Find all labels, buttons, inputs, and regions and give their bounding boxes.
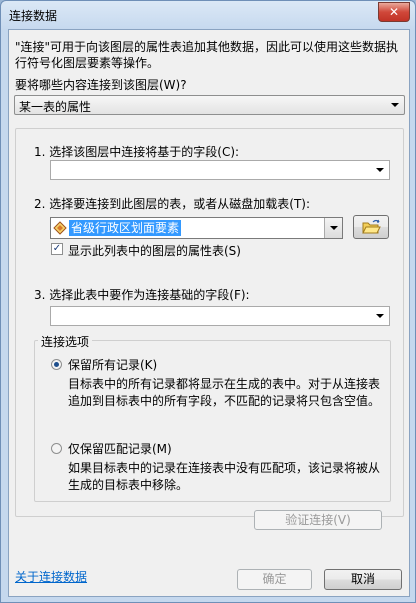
about-joining-link[interactable]: 关于连接数据 (15, 568, 87, 585)
show-layers-label: 显示此列表中的图层的属性表(S) (68, 244, 241, 258)
open-folder-icon (362, 219, 381, 234)
step2-label: 2. 选择要连接到此图层的表，或者从磁盘加载表(T): (34, 197, 311, 211)
dialog-title: 连接数据 (9, 9, 58, 23)
join-what-value: 某一表的属性 (19, 100, 92, 114)
join-table-dropdown[interactable]: 省级行政区划面要素 (50, 217, 343, 239)
step3-label: 3. 选择此表中要作为连接基础的字段(F): (34, 288, 250, 302)
join-settings-group: 1. 选择该图层中连接将基于的字段(C): 2. 选择要连接到此图层的表，或者从… (15, 128, 404, 517)
title-bar: 连接数据 ✕ (1, 1, 415, 29)
join-options-title: 连接选项 (38, 333, 93, 350)
chevron-down-icon (376, 168, 384, 172)
browse-folder-button[interactable] (353, 215, 389, 239)
layer-field-dropdown[interactable] (50, 160, 390, 180)
ok-button[interactable]: 确定 (237, 569, 312, 590)
join-what-dropdown[interactable]: 某一表的属性 (14, 95, 405, 115)
keep-all-label: 保留所有记录(K) (68, 358, 158, 372)
show-layers-checkbox[interactable]: ✓ (51, 243, 63, 255)
join-what-label: 要将哪些内容连接到该图层(W)? (15, 78, 187, 92)
chevron-down-icon (330, 226, 338, 230)
step1-label: 1. 选择该图层中连接将基于的字段(C): (34, 145, 240, 159)
chevron-down-icon (391, 103, 399, 107)
keep-all-description: 目标表中的所有记录都将显示在生成的表中。对于从连接表追加到目标表中的所有字段，不… (68, 377, 381, 408)
dialog-body: "连接"可用于向该图层的属性表追加其他数据，因此可以使用这些数据执行符号化图层要… (8, 29, 410, 597)
close-button[interactable]: ✕ (378, 2, 410, 22)
cancel-button[interactable]: 取消 (324, 569, 402, 590)
keep-matching-description: 如果目标表中的记录在连接表中没有匹配项，该记录将被从生成的目标表中移除。 (68, 461, 381, 492)
keep-all-radio[interactable] (51, 359, 62, 370)
intro-text: "连接"可用于向该图层的属性表追加其他数据，因此可以使用这些数据执行符号化图层要… (15, 40, 399, 70)
chevron-down-icon (376, 314, 384, 318)
keep-matching-label: 仅保留匹配记录(M) (68, 442, 172, 456)
join-table-value: 省级行政区划面要素 (69, 220, 182, 236)
validate-join-button[interactable]: 验证连接(V) (254, 510, 382, 530)
join-data-dialog: 连接数据 ✕ "连接"可用于向该图层的属性表追加其他数据，因此可以使用这些数据执… (0, 0, 416, 603)
dropdown-button[interactable] (324, 218, 342, 238)
layer-icon (53, 221, 67, 235)
join-field-dropdown[interactable] (50, 306, 390, 326)
keep-matching-radio[interactable] (51, 443, 62, 454)
